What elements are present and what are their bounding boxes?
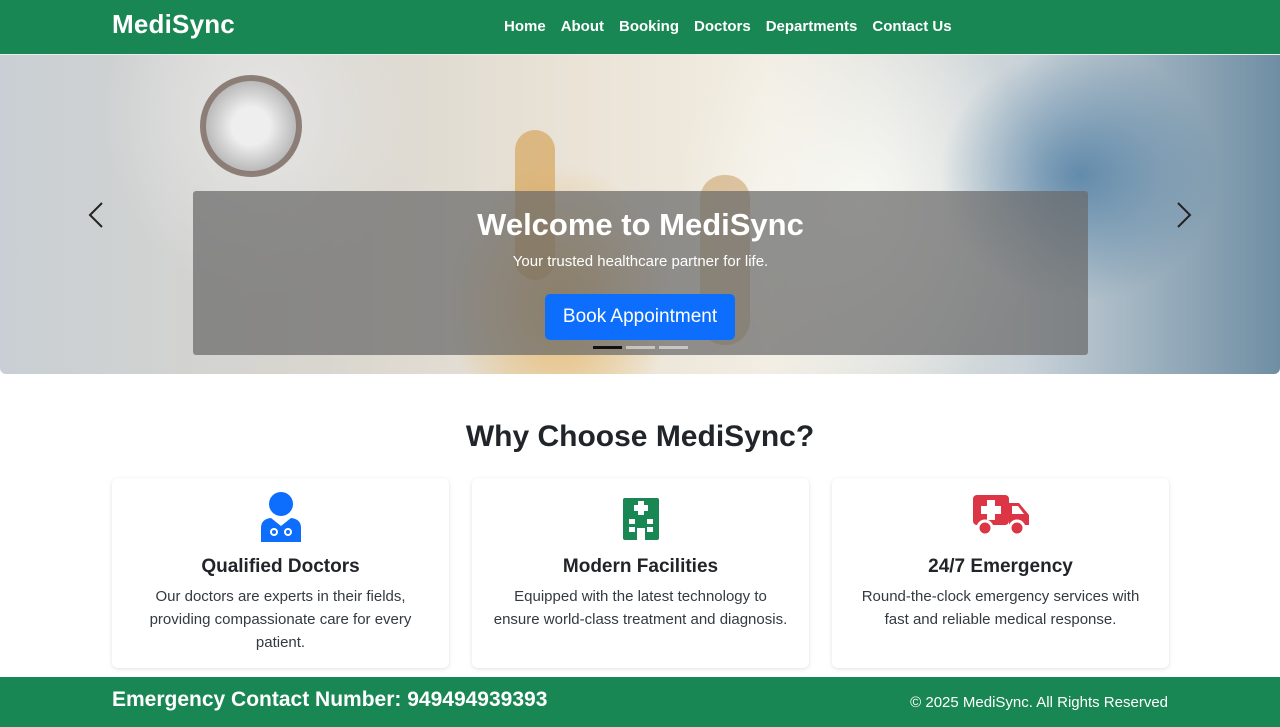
hero-subtitle: Your trusted healthcare partner for life… bbox=[512, 253, 769, 270]
feature-card-text: Our doctors are experts in their fields,… bbox=[149, 588, 412, 651]
nav-booking[interactable]: Booking bbox=[619, 18, 679, 35]
footer: Emergency Contact Number: 949494939393 ©… bbox=[0, 677, 1280, 727]
feature-card-facilities: Modern Facilities Equipped with the late… bbox=[472, 478, 809, 668]
feature-card-text: Round-the-clock emergency services with … bbox=[861, 588, 1140, 628]
emergency-contact: Emergency Contact Number: 949494939393 bbox=[112, 688, 548, 711]
ambulance-icon bbox=[972, 495, 1029, 537]
carousel-indicator-2[interactable] bbox=[626, 346, 655, 349]
hero-carousel: Welcome to MediSync Your trusted healthc… bbox=[0, 55, 1280, 374]
copyright-text: © 2025 MediSync. All Rights Reserved bbox=[910, 694, 1168, 711]
nav-departments[interactable]: Departments bbox=[766, 18, 858, 35]
book-appointment-button[interactable]: Book Appointment bbox=[545, 294, 735, 340]
carousel-indicator-1[interactable] bbox=[593, 346, 622, 349]
chevron-left-icon bbox=[88, 202, 103, 228]
feature-card-title: 24/7 Emergency bbox=[928, 556, 1073, 577]
carousel-indicators bbox=[593, 346, 688, 349]
stethoscope-image bbox=[200, 75, 302, 177]
carousel-indicator-3[interactable] bbox=[659, 346, 688, 349]
brand-logo[interactable]: MediSync bbox=[112, 9, 235, 40]
feature-card-title: Qualified Doctors bbox=[201, 556, 360, 577]
features-heading: Why Choose MediSync? bbox=[465, 420, 815, 453]
hero-caption: Welcome to MediSync Your trusted healthc… bbox=[193, 191, 1088, 355]
doctor-icon bbox=[260, 492, 301, 542]
navbar: MediSync Home About Booking Doctors Depa… bbox=[0, 0, 1280, 55]
hospital-icon bbox=[622, 498, 659, 540]
feature-card-emergency: 24/7 Emergency Round-the-clock emergency… bbox=[832, 478, 1169, 668]
carousel-prev-button[interactable] bbox=[76, 185, 116, 245]
nav-contact[interactable]: Contact Us bbox=[872, 18, 951, 35]
nav-about[interactable]: About bbox=[561, 18, 604, 35]
chevron-right-icon bbox=[1177, 202, 1192, 228]
feature-card-title: Modern Facilities bbox=[562, 556, 719, 577]
nav-doctors[interactable]: Doctors bbox=[694, 18, 751, 35]
nav-links: Home About Booking Doctors Departments C… bbox=[504, 18, 952, 35]
nav-home[interactable]: Home bbox=[504, 18, 546, 35]
hero-title: Welcome to MediSync bbox=[477, 207, 804, 242]
carousel-next-button[interactable] bbox=[1164, 185, 1204, 245]
feature-card-doctors: Qualified Doctors Our doctors are expert… bbox=[112, 478, 449, 668]
feature-card-text: Equipped with the latest technology to e… bbox=[493, 588, 788, 628]
